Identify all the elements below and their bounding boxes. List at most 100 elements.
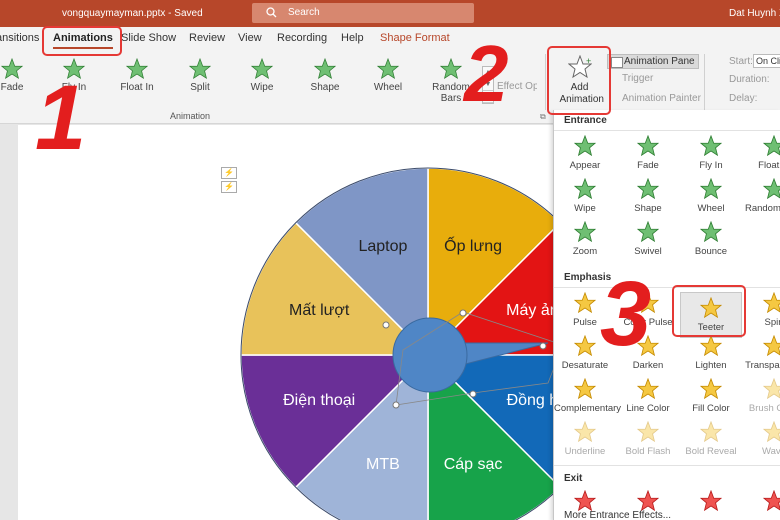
search-box[interactable]: Search bbox=[252, 3, 474, 23]
star-icon bbox=[574, 378, 596, 400]
star-icon bbox=[763, 421, 780, 443]
start-select[interactable]: On Click bbox=[753, 54, 780, 68]
tab-slide-show[interactable]: Slide Show bbox=[121, 32, 176, 44]
anim-label: Wheel bbox=[373, 82, 403, 93]
emphasis-fill-color[interactable]: Fill Color bbox=[680, 378, 742, 414]
star-icon bbox=[700, 221, 722, 243]
exit-effect[interactable] bbox=[743, 490, 780, 515]
anim-label: Wipe bbox=[250, 82, 274, 93]
emphasis-underline[interactable]: Underline bbox=[554, 421, 616, 457]
star-icon bbox=[700, 335, 722, 357]
entrance-swivel[interactable]: Swivel bbox=[617, 221, 679, 257]
effect-label: Wipe bbox=[574, 203, 596, 214]
entrance-wheel[interactable]: Wheel bbox=[680, 178, 742, 214]
divider bbox=[554, 287, 780, 288]
effect-label: Fade bbox=[637, 160, 659, 171]
effect-label: Wave bbox=[762, 446, 780, 457]
star-icon bbox=[763, 178, 780, 200]
duration-label: Duration: bbox=[729, 74, 770, 85]
star-icon bbox=[574, 490, 596, 512]
wheel-segment-label: Laptop bbox=[358, 238, 407, 255]
entrance-fade[interactable]: Fade bbox=[617, 135, 679, 171]
star-icon bbox=[574, 178, 596, 200]
group-label-animation: Animation bbox=[170, 111, 211, 121]
star-icon bbox=[763, 292, 780, 314]
effect-label: Underline bbox=[564, 446, 606, 457]
star-icon bbox=[574, 335, 596, 357]
wheel-segment-label: Cáp sạc bbox=[444, 456, 503, 473]
star-icon bbox=[637, 490, 659, 512]
start-label: Start: bbox=[729, 56, 753, 67]
entrance-zoom[interactable]: Zoom bbox=[554, 221, 616, 257]
entrance-float-in[interactable]: Float In bbox=[743, 135, 780, 171]
emphasis-transparency[interactable]: Transparency bbox=[743, 335, 780, 371]
star-icon bbox=[763, 378, 780, 400]
ribbon-separator bbox=[704, 54, 705, 110]
emphasis-wave[interactable]: Wave bbox=[743, 421, 780, 457]
step-number-1: 1 bbox=[35, 67, 87, 169]
star-icon bbox=[440, 58, 462, 79]
wheel-segment-label: Ốp lưng bbox=[444, 235, 502, 255]
emphasis-line-color[interactable]: Line Color bbox=[617, 378, 679, 414]
highlight-add-animation bbox=[547, 46, 611, 115]
anim-wheel[interactable]: Wheel bbox=[358, 58, 418, 93]
star-icon bbox=[700, 490, 722, 512]
anim-wipe[interactable]: Wipe bbox=[232, 58, 292, 93]
title-bar: vongquaymayman.pptx - Saved Search Dat H… bbox=[0, 0, 780, 27]
anim-label: Fade bbox=[0, 82, 24, 93]
entrance-wipe[interactable]: Wipe bbox=[554, 178, 616, 214]
entrance-random-bars[interactable]: Random Bars bbox=[743, 178, 780, 214]
star-icon bbox=[700, 178, 722, 200]
tab-view[interactable]: View bbox=[238, 32, 262, 44]
effect-label: Shape bbox=[634, 203, 662, 214]
tab-shape-format[interactable]: Shape Format bbox=[380, 32, 450, 44]
effect-label: Wheel bbox=[697, 203, 725, 214]
entrance-fly-in[interactable]: Fly In bbox=[680, 135, 742, 171]
tab-transitions[interactable]: Transitions bbox=[0, 32, 39, 44]
star-icon bbox=[377, 58, 399, 79]
more-entrance-effects-link[interactable]: More Entrance Effects... bbox=[564, 510, 671, 520]
effect-label: Pulse bbox=[573, 317, 597, 328]
anim-shape[interactable]: Shape bbox=[295, 58, 355, 93]
effect-label: Complementary bbox=[554, 403, 622, 414]
entrance-appear[interactable]: Appear bbox=[554, 135, 616, 171]
effect-label: Spin bbox=[764, 317, 780, 328]
animation-pane-button[interactable]: Animation Pane bbox=[607, 54, 699, 69]
emphasis-spin[interactable]: Spin bbox=[743, 292, 780, 328]
emphasis-bold-reveal[interactable]: Bold Reveal bbox=[680, 421, 742, 457]
wheel-segment-label: Mất lượt bbox=[289, 302, 350, 319]
anim-split[interactable]: Split bbox=[170, 58, 230, 93]
highlight-teeter bbox=[672, 285, 746, 337]
trigger-button[interactable]: Trigger bbox=[622, 73, 653, 84]
section-exit: Exit bbox=[564, 473, 583, 484]
emphasis-brush-color[interactable]: Brush Color bbox=[743, 378, 780, 414]
slide-area: ⚡ ⚡ Ốp lưngMáy ảnhĐồng hồCáp sạcMTBĐiện … bbox=[0, 125, 553, 520]
emphasis-lighten[interactable]: Lighten bbox=[680, 335, 742, 371]
emphasis-complementary[interactable]: Complementary bbox=[554, 378, 621, 414]
effect-label: Brush Color bbox=[748, 403, 780, 414]
tab-review[interactable]: Review bbox=[189, 32, 225, 44]
effect-label: Zoom bbox=[572, 246, 598, 257]
anim-float-in[interactable]: Float In bbox=[107, 58, 167, 93]
emphasis-bold-flash[interactable]: Bold Flash bbox=[617, 421, 679, 457]
slide-canvas[interactable]: ⚡ ⚡ Ốp lưngMáy ảnhĐồng hồCáp sạcMTBĐiện … bbox=[18, 125, 553, 520]
dialog-launcher-icon[interactable]: ⧉ bbox=[540, 112, 546, 122]
star-icon bbox=[1, 58, 23, 79]
exit-effect[interactable] bbox=[680, 490, 742, 515]
effect-label: Fill Color bbox=[692, 403, 730, 414]
animation-painter-button[interactable]: Animation Painter bbox=[622, 93, 701, 104]
lucky-wheel[interactable]: Ốp lưng Máy ảnh Đồng hồ Cáp sạc MTB Điện thoạ… bbox=[18, 125, 553, 520]
entrance-bounce[interactable]: Bounce bbox=[680, 221, 742, 257]
star-icon bbox=[314, 58, 336, 79]
step-number-2: 2 bbox=[464, 29, 509, 118]
wheel-segment-label: Điện thoại bbox=[283, 392, 355, 409]
user-name[interactable]: Dat Huynh X bbox=[729, 8, 780, 19]
tab-help[interactable]: Help bbox=[341, 32, 364, 44]
ribbon-separator bbox=[545, 54, 546, 110]
star-icon bbox=[637, 178, 659, 200]
effect-label: Bounce bbox=[694, 246, 728, 257]
tab-recording[interactable]: Recording bbox=[277, 32, 327, 44]
effect-label: Transparency bbox=[745, 360, 780, 371]
entrance-shape[interactable]: Shape bbox=[617, 178, 679, 214]
star-icon bbox=[637, 221, 659, 243]
